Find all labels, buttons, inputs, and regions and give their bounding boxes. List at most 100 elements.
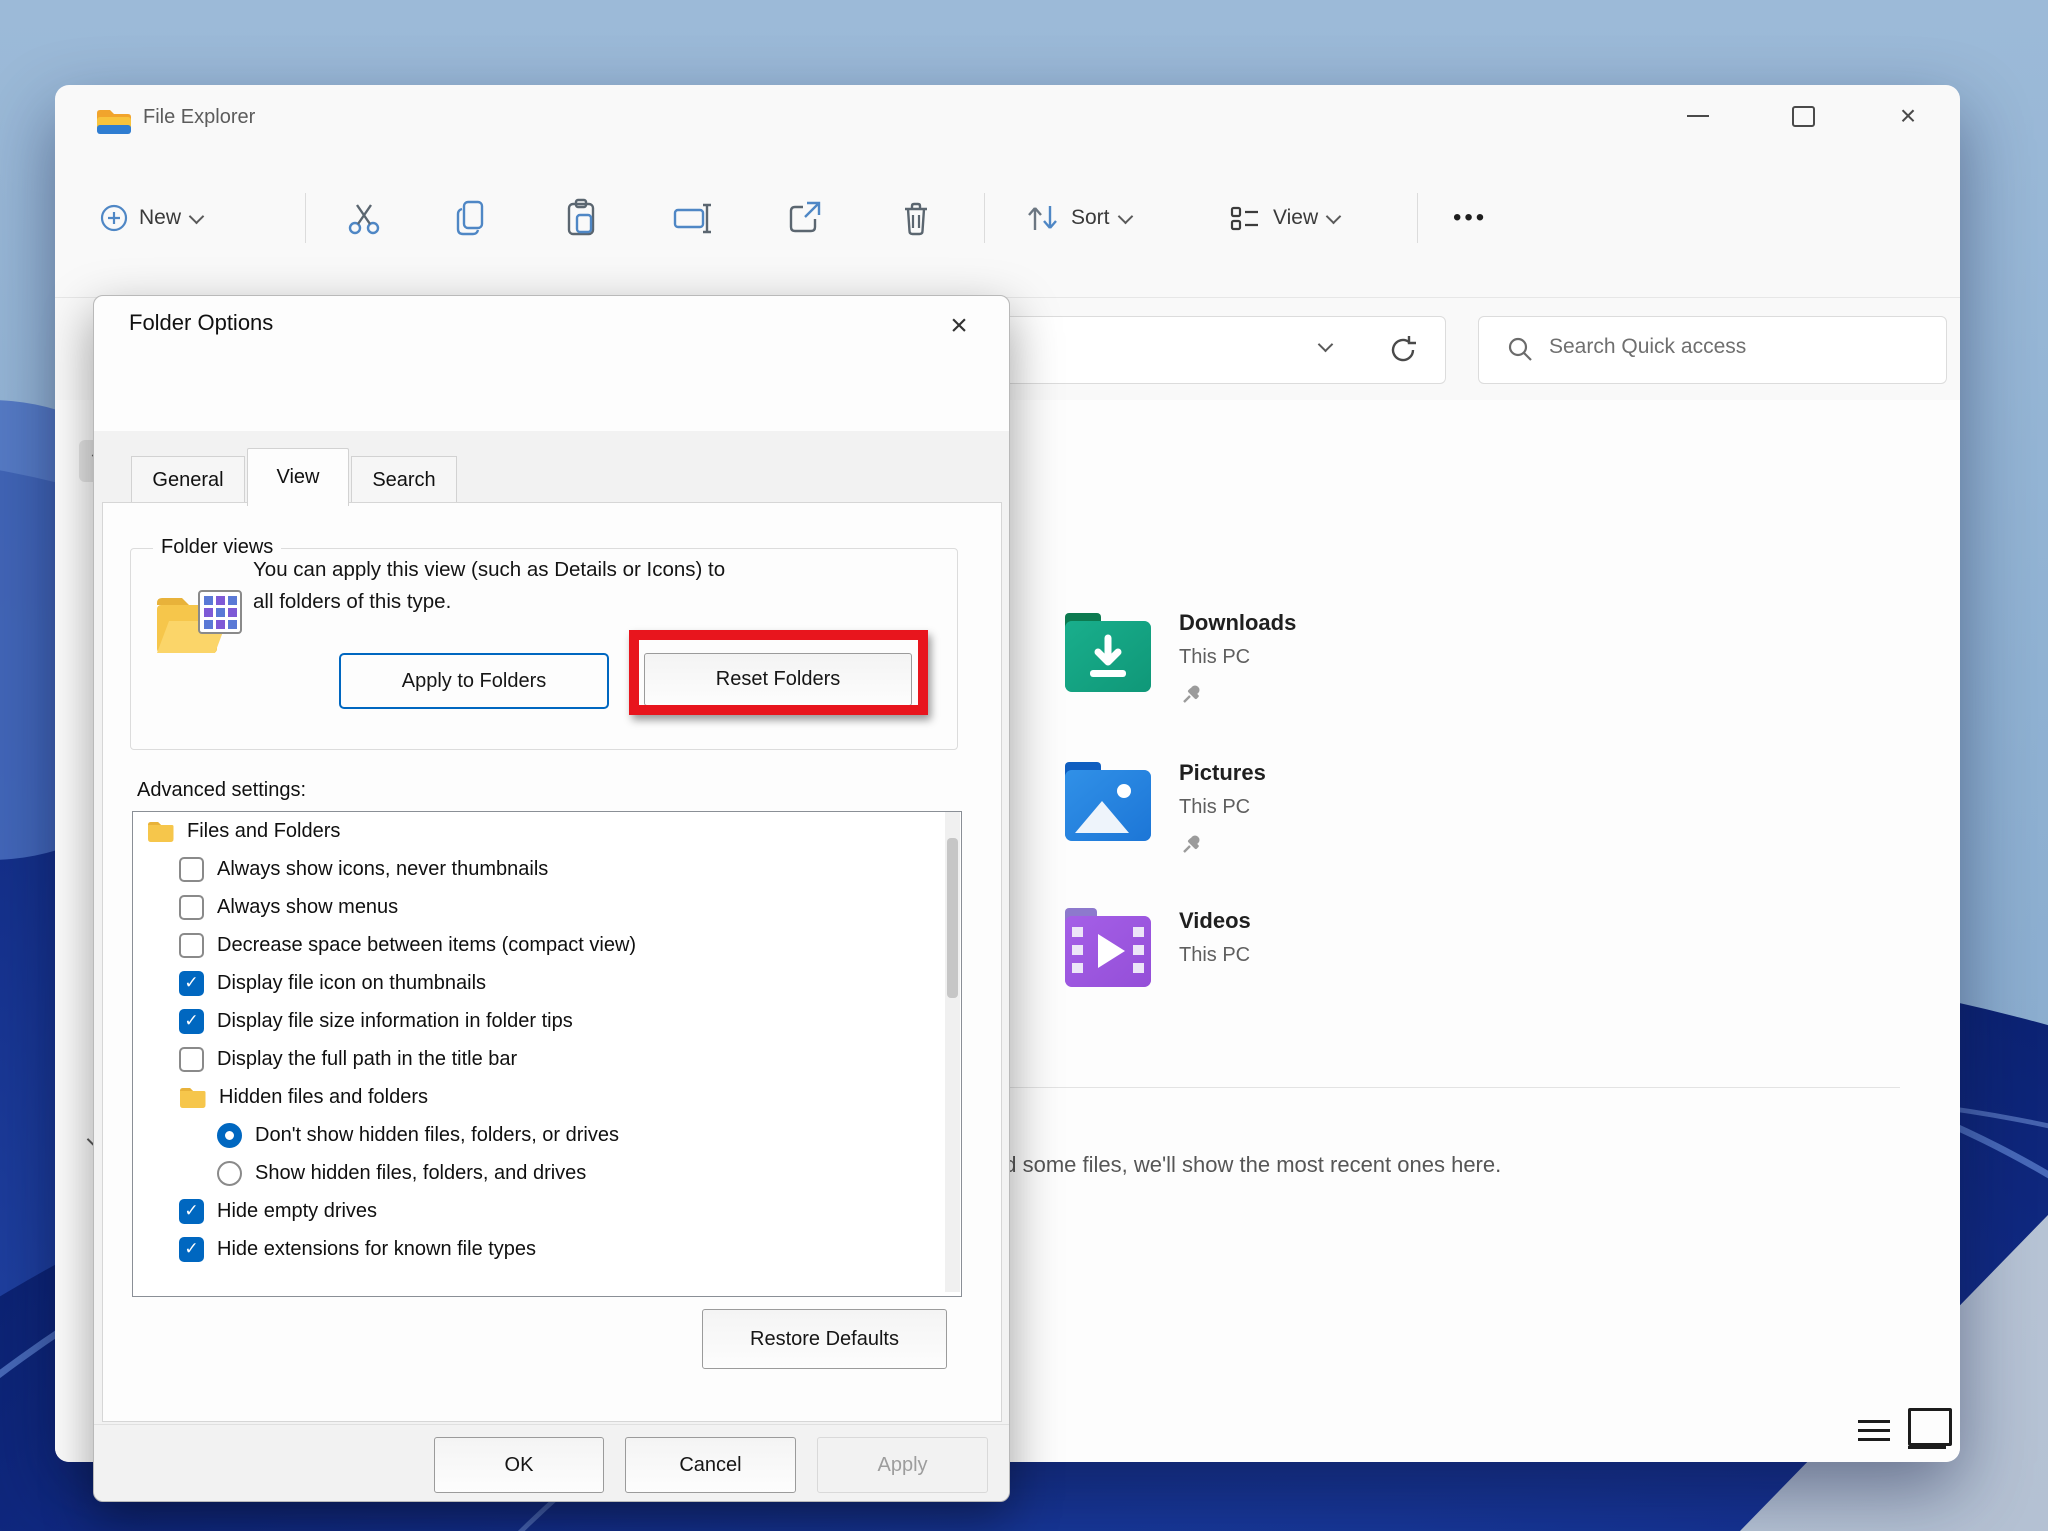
delete-button[interactable] (895, 185, 937, 251)
checkbox[interactable] (179, 894, 204, 920)
folder-views-description-line2: all folders of this type. (253, 590, 452, 613)
check-icon: ✓ (184, 1239, 199, 1258)
sort-button[interactable]: Sort (1023, 185, 1133, 251)
advanced-item[interactable]: ✓ Display file icon on thumbnails (133, 964, 961, 1002)
advanced-item-label: Don't show hidden files, folders, or dri… (255, 1123, 619, 1146)
advanced-settings-list[interactable]: Files and Folders Always show icons, neve… (132, 811, 962, 1297)
advanced-item-label: Decrease space between items (compact vi… (217, 933, 637, 956)
checkbox[interactable]: ✓ (179, 1236, 204, 1262)
tile-name: Pictures (1179, 760, 1266, 785)
checkbox[interactable]: ✓ (179, 970, 204, 996)
tile-location: This PC (1179, 646, 1251, 668)
folder-options-dialog: Folder Options × General View Search Fol… (93, 295, 1010, 1502)
checkbox[interactable]: ✓ (179, 1008, 204, 1034)
ok-button[interactable]: OK (434, 1437, 604, 1493)
check-icon: ✓ (184, 1201, 199, 1220)
advanced-item[interactable]: Decrease space between items (compact vi… (133, 926, 961, 964)
advanced-item-label: Display the full path in the title bar (217, 1047, 518, 1070)
tile-name: Downloads (1179, 610, 1297, 635)
share-button[interactable] (783, 185, 825, 251)
check-icon: ✓ (184, 973, 199, 992)
radio-button[interactable] (217, 1122, 242, 1148)
plus-circle-icon (100, 204, 128, 232)
checkbox[interactable] (179, 932, 204, 958)
dialog-title-bar: Folder Options × (94, 296, 1009, 431)
folder-views-group-label: Folder views (153, 536, 282, 559)
close-button[interactable]: × (1879, 85, 1937, 147)
restore-defaults-button[interactable]: Restore Defaults (702, 1309, 947, 1369)
advanced-item[interactable]: Hidden files and folders (133, 1078, 961, 1116)
pin-icon (1183, 835, 1200, 853)
copy-button[interactable] (451, 185, 493, 251)
more-options-button[interactable]: ••• (1453, 185, 1487, 251)
advanced-item[interactable]: ✓ Hide extensions for known file types (133, 1230, 961, 1268)
dialog-footer: OK Cancel Apply (94, 1425, 1009, 1501)
tab-label: Search (372, 468, 436, 491)
advanced-item[interactable]: Display the full path in the title bar (133, 1040, 961, 1078)
tab-general[interactable]: General (131, 456, 245, 503)
paste-icon (567, 198, 595, 236)
advanced-item[interactable]: Don't show hidden files, folders, or dri… (133, 1116, 961, 1154)
advanced-item[interactable]: Show hidden files, folders, and drives (133, 1154, 961, 1192)
advanced-item-label: Hide empty drives (217, 1199, 378, 1222)
videos-folder-icon (1065, 908, 1151, 987)
view-button-label: View (1273, 206, 1319, 229)
file-explorer-icon (97, 110, 131, 134)
advanced-item[interactable]: Always show menus (133, 888, 961, 926)
search-input[interactable]: Search Quick access (1478, 316, 1947, 384)
apply-label: Apply (877, 1453, 928, 1476)
details-view-icon (1858, 1438, 1890, 1441)
rename-button[interactable] (671, 185, 715, 251)
advanced-item[interactable]: Files and Folders (133, 812, 961, 850)
search-placeholder: Search Quick access (1549, 335, 1747, 358)
minimize-icon (1687, 115, 1709, 117)
chevron-down-icon (188, 208, 205, 224)
checkbox[interactable] (179, 856, 204, 882)
advanced-item[interactable]: ✓ Hide empty drives (133, 1192, 961, 1230)
ellipsis-icon: ••• (1453, 204, 1488, 231)
address-dropdown-chevron-icon[interactable] (1317, 336, 1334, 353)
apply-to-folders-label: Apply to Folders (401, 669, 547, 692)
toolbar-divider (984, 193, 985, 243)
recent-files-hint: ed some files, we'll show the most recen… (992, 1152, 1502, 1177)
new-button[interactable]: New (99, 185, 205, 251)
cut-button[interactable] (343, 185, 385, 251)
details-view-icon (1858, 1420, 1890, 1423)
tab-search[interactable]: Search (351, 456, 457, 503)
advanced-item-label: Always show icons, never thumbnails (217, 857, 549, 880)
sort-button-label: Sort (1071, 206, 1110, 229)
search-icon (1508, 337, 1532, 361)
advanced-list-scrollbar[interactable] (945, 812, 960, 1292)
maximize-button[interactable] (1774, 85, 1832, 147)
checkbox[interactable] (179, 1046, 204, 1072)
advanced-item-label: Hide extensions for known file types (217, 1237, 537, 1260)
scrollbar-thumb[interactable] (947, 838, 958, 998)
tile-location: This PC (1179, 796, 1251, 818)
radio-button[interactable] (217, 1160, 242, 1186)
view-icon (1230, 206, 1258, 231)
dialog-title: Folder Options (129, 310, 274, 335)
refresh-icon[interactable] (1386, 333, 1420, 367)
checkbox[interactable]: ✓ (179, 1198, 204, 1224)
apply-button[interactable]: Apply (817, 1437, 988, 1493)
advanced-item[interactable]: Always show icons, never thumbnails (133, 850, 961, 888)
apply-to-folders-button[interactable]: Apply to Folders (339, 653, 609, 709)
share-icon (789, 201, 821, 233)
sort-icon (1028, 206, 1057, 230)
check-icon: ✓ (184, 1011, 199, 1030)
tab-view[interactable]: View (247, 448, 349, 506)
thumbnail-view-button[interactable] (1908, 1408, 1952, 1446)
restore-defaults-label: Restore Defaults (750, 1327, 899, 1350)
view-button[interactable]: View (1227, 185, 1342, 251)
paste-button[interactable] (561, 185, 603, 251)
advanced-item-label: Hidden files and folders (219, 1085, 429, 1108)
folder-icon (179, 1086, 206, 1109)
maximize-icon (1791, 105, 1815, 127)
cancel-button[interactable]: Cancel (625, 1437, 796, 1493)
minimize-button[interactable] (1669, 85, 1727, 147)
toolbar-divider (1417, 193, 1418, 243)
dialog-close-button[interactable]: × (937, 304, 981, 348)
details-view-button[interactable] (1858, 1414, 1890, 1447)
title-bar: File Explorer × (55, 85, 1960, 155)
advanced-item[interactable]: ✓ Display file size information in folder… (133, 1002, 961, 1040)
